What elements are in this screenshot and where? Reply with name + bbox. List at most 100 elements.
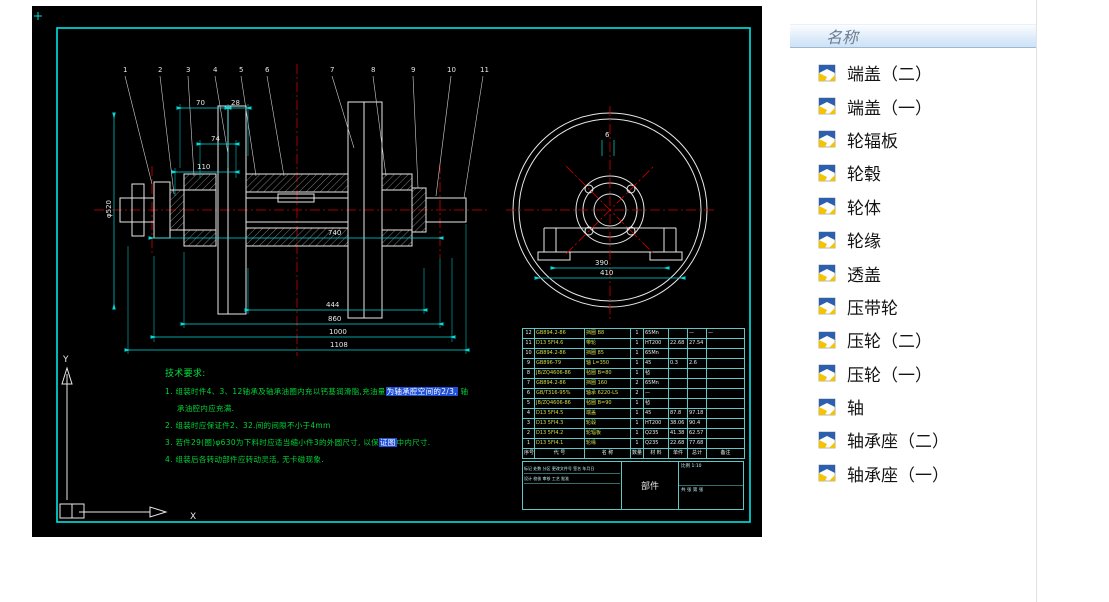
file-name: 端盖（一）	[847, 98, 932, 119]
file-item[interactable]: 透盖	[790, 256, 1035, 289]
cad-viewport[interactable]: Y X 1 2 3 4 5 6 7 8 9 10 11 70 28 74 110…	[32, 6, 762, 537]
bom-header-seq: 序号	[522, 448, 535, 459]
file-name: 轮缘	[847, 232, 881, 253]
bom-material: 45	[643, 408, 669, 419]
file-item[interactable]: 轮缘	[790, 223, 1035, 256]
bom-seq: 7	[522, 378, 535, 389]
dwg-file-icon	[816, 163, 838, 183]
dim-74: 74	[211, 135, 220, 143]
balloon-5: 5	[239, 66, 243, 74]
dwg-file-icon	[816, 196, 838, 216]
bom-unit-weight	[668, 348, 688, 359]
bom-material: 65Mn	[643, 378, 669, 389]
bom-remark	[706, 408, 745, 419]
bom-total-weight: —	[687, 328, 707, 339]
file-item[interactable]: 轴承座（二）	[790, 423, 1035, 456]
bom-header-row: 序号 代 号 名 称 数量 材 料 单件 总计 备注	[522, 448, 745, 459]
bom-total-weight: 62.57	[687, 428, 707, 439]
bom-row: 8 JB/ZQ4606-86 毡圈 B=80 1 毡	[522, 368, 745, 379]
dwg-file-icon	[816, 330, 838, 350]
file-list-panel: 名称 端盖（二） 端盖（一） 轮辐板 轮毂 轮体 轮缘 透盖 压带轮 压轮（二）…	[790, 0, 1037, 602]
dwg-file-icon	[816, 63, 838, 83]
bom-header-code: 代 号	[534, 448, 585, 459]
file-item[interactable]: 轮辐板	[790, 123, 1035, 156]
bom-remark	[706, 438, 745, 449]
bom-row: 1 D13 5FI4.1 轮缘 1 Q235 22.68 77.68	[522, 438, 745, 449]
bom-seq: 1	[522, 438, 535, 449]
title-block-row: 设计 校核 审核 工艺 批准	[524, 474, 620, 484]
sheet-cell: 共 张 第 张	[681, 488, 704, 493]
bom-name: 带轮	[584, 338, 631, 349]
bom-remark	[706, 428, 745, 439]
bom-material: 65Mn	[643, 348, 669, 359]
note-highlight: 为轴承腔空间的2/3,	[385, 387, 458, 396]
dwg-file-icon	[816, 230, 838, 250]
bom-header-unit: 单件	[668, 448, 688, 459]
bom-total-weight: 27.54	[687, 338, 707, 349]
bom-code: GB896-79	[534, 358, 585, 369]
bom-row: 2 D13 5FI4.2 轮辐板 1 Q235 41.38 62.57	[522, 428, 745, 439]
balloon-10: 10	[447, 66, 456, 74]
balloon-3: 3	[186, 66, 190, 74]
title-block: 标记 处数 分区 更改文件号 签名 年月日 设计 校核 审核 工艺 批准 部件 …	[522, 461, 744, 510]
bom-unit-weight	[668, 378, 688, 389]
bom-seq: 11	[522, 338, 535, 349]
file-list: 端盖（二） 端盖（一） 轮辐板 轮毂 轮体 轮缘 透盖 压带轮 压轮（二） 压轮…	[790, 56, 1035, 490]
canvas-corner-mark	[34, 12, 42, 20]
bom-row: 6 GB/T316-95% 轴承 6220-LS 2 —	[522, 388, 745, 399]
dim-70: 70	[196, 99, 205, 107]
dwg-file-icon	[816, 129, 838, 149]
dim-390: 390	[595, 259, 608, 267]
bom-code: GB894.2-86	[534, 328, 585, 339]
bom-qty: 1	[630, 398, 644, 409]
bom-material: —	[643, 388, 669, 399]
file-item[interactable]: 轴	[790, 390, 1035, 423]
bom-code: D13 5FI4.6	[534, 338, 585, 349]
file-item[interactable]: 轴承座（一）	[790, 457, 1035, 490]
bom-row: 9 GB896-79 轴 L=350 1 45 0.3 2.6	[522, 358, 745, 369]
file-item[interactable]: 压带轮	[790, 290, 1035, 323]
file-name: 轴承座（一）	[847, 465, 949, 486]
bom-total-weight: 90.4	[687, 418, 707, 429]
note-text: 1. 组装时件4、3、12轴承及轴承油圈内充以钙基润滑脂,充油量	[165, 387, 386, 396]
parts-table: 12 GB894.2-86 挡圈 B8 1 65Mn — — 11 D13 5F…	[522, 328, 745, 459]
notes-title: 技术要求:	[165, 369, 206, 379]
bom-remark	[706, 378, 745, 389]
bom-name: 挡圈 85	[584, 348, 631, 359]
note-text: 3. 若件29(圈)φ630为下料时应适当缩小件3的外圆尺寸, 以保	[165, 438, 379, 447]
bom-qty: 1	[630, 368, 644, 379]
balloon-1: 1	[123, 66, 127, 74]
bom-material: Q235	[643, 438, 669, 449]
note-line-3: 3. 若件29(圈)φ630为下料时应适当缩小件3的外圆尺寸, 以保证图中内尺寸…	[165, 434, 468, 451]
dwg-file-icon	[816, 363, 838, 383]
bom-remark	[706, 418, 745, 429]
scale-cell: 比例 1:10	[679, 462, 743, 486]
bom-name: 轮辐板	[584, 428, 631, 439]
bom-qty: 1	[630, 408, 644, 419]
note-text: 轴	[457, 387, 469, 396]
file-item[interactable]: 轮体	[790, 190, 1035, 223]
file-item[interactable]: 端盖（一）	[790, 89, 1035, 122]
bom-code: D13 5FI4.1	[534, 438, 585, 449]
file-item[interactable]: 端盖（二）	[790, 56, 1035, 89]
bom-material: 65Mn	[643, 328, 669, 339]
balloon-9: 9	[411, 66, 415, 74]
bom-seq: 8	[522, 368, 535, 379]
dim-6: 6	[605, 131, 610, 139]
bom-seq: 12	[522, 328, 535, 339]
bom-qty: 1	[630, 418, 644, 429]
name-column-header[interactable]: 名称	[790, 24, 1036, 48]
title-block-revision-area: 标记 处数 分区 更改文件号 签名 年月日 设计 校核 审核 工艺 批准	[523, 462, 622, 509]
file-item[interactable]: 压轮（一）	[790, 357, 1035, 390]
bom-header-remark: 备注	[706, 448, 745, 459]
bom-seq: 2	[522, 428, 535, 439]
bom-code: D13 5FI4.2	[534, 428, 585, 439]
bom-total-weight	[687, 388, 707, 399]
bom-name: 端盖	[584, 408, 631, 419]
bom-code: D13 5FI4.5	[534, 408, 585, 419]
name-column-label: 名称	[826, 28, 859, 47]
file-item[interactable]: 压轮（二）	[790, 323, 1035, 356]
bom-material: 毡	[643, 398, 669, 409]
bom-name: 轮缘	[584, 438, 631, 449]
file-item[interactable]: 轮毂	[790, 156, 1035, 189]
